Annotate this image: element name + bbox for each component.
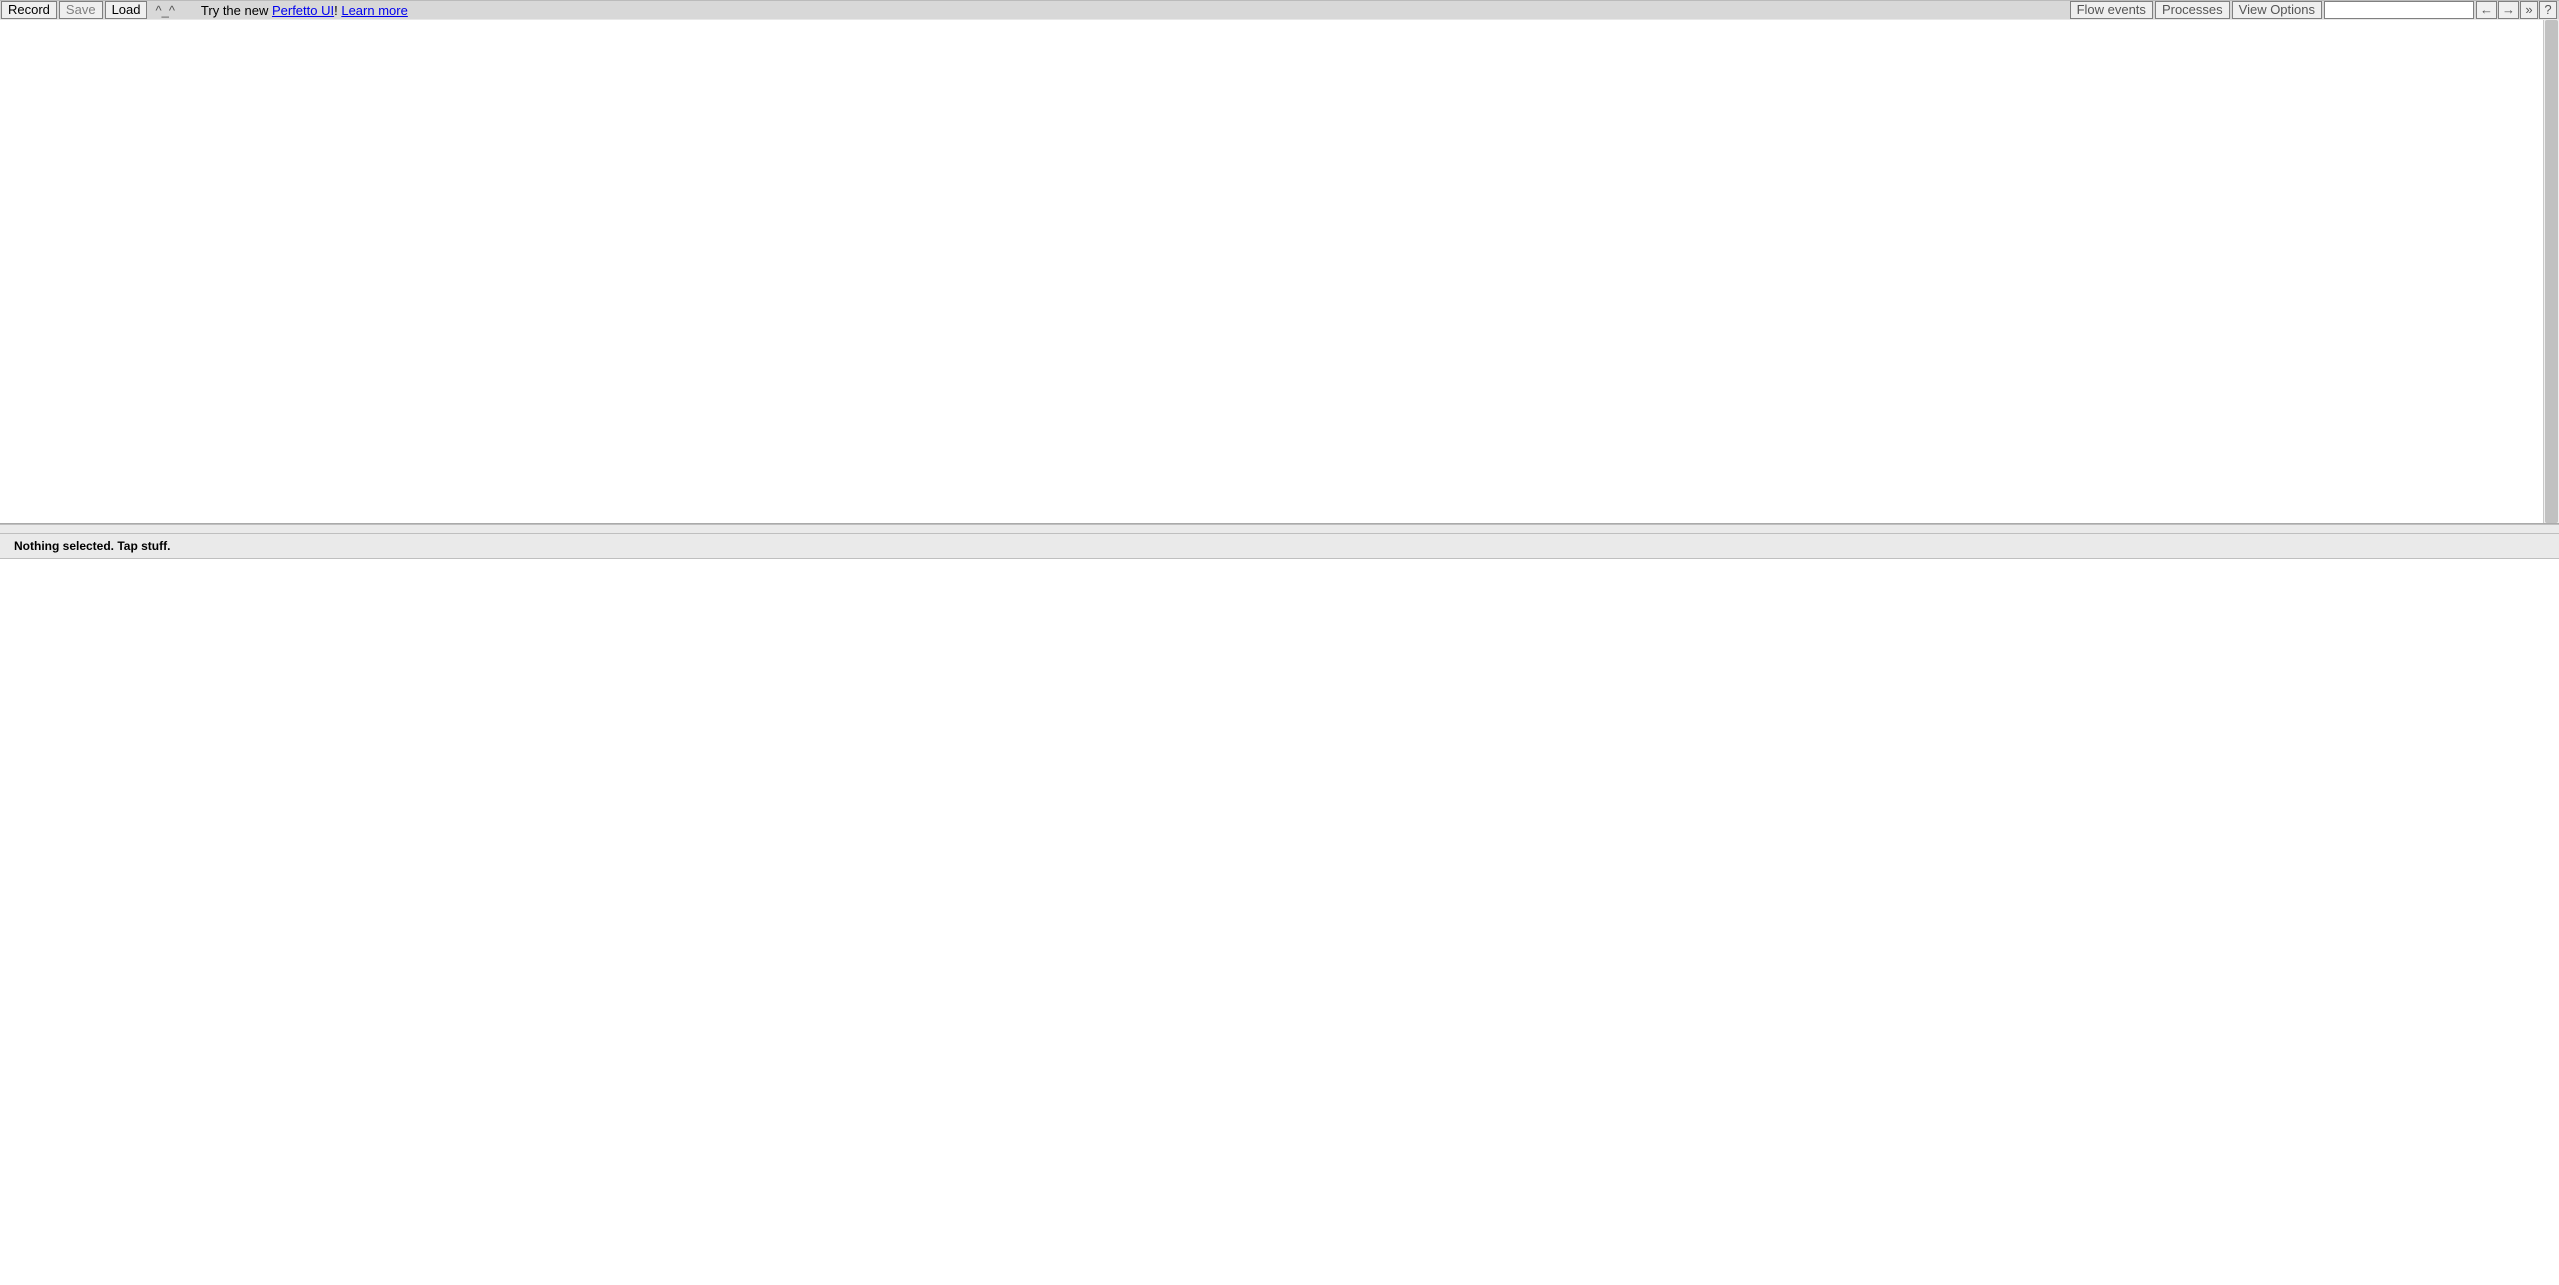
details-area: [0, 559, 2559, 1285]
search-input[interactable]: [2324, 1, 2474, 19]
selection-empty-text: Nothing selected. Tap stuff.: [14, 539, 170, 553]
perfetto-link[interactable]: Perfetto UI: [272, 3, 334, 18]
toolbar-right-group: Flow events Processes View Options ← → »…: [2070, 1, 2558, 19]
next-button[interactable]: →: [2498, 1, 2519, 19]
promo-middle: !: [334, 3, 341, 18]
learn-more-link[interactable]: Learn more: [341, 3, 407, 18]
arrow-right-icon: →: [2502, 3, 2515, 17]
help-icon: ?: [2544, 3, 2551, 17]
view-options-dropdown[interactable]: View Options: [2232, 1, 2322, 19]
status-face: ^_^: [149, 3, 180, 18]
trace-canvas[interactable]: [0, 20, 2543, 523]
promo-prefix: Try the new: [201, 3, 272, 18]
vertical-scrollbar[interactable]: [2543, 20, 2559, 523]
promo-message: Try the new Perfetto UI! Learn more: [181, 3, 428, 18]
prev-button[interactable]: ←: [2476, 1, 2497, 19]
flow-events-dropdown[interactable]: Flow events: [2070, 1, 2153, 19]
save-button[interactable]: Save: [59, 1, 103, 19]
arrow-left-icon: ←: [2480, 3, 2493, 17]
record-button[interactable]: Record: [1, 1, 57, 19]
vertical-scrollbar-thumb[interactable]: [2545, 20, 2558, 523]
help-button[interactable]: ?: [2539, 1, 2557, 19]
selection-header: Nothing selected. Tap stuff.: [0, 534, 2559, 559]
horizontal-scrollbar[interactable]: [0, 524, 2559, 534]
top-toolbar: Record Save Load ^_^ Try the new Perfett…: [0, 0, 2559, 20]
load-button[interactable]: Load: [105, 1, 148, 19]
overflow-button[interactable]: »: [2520, 1, 2538, 19]
trace-canvas-row: [0, 20, 2559, 524]
processes-dropdown[interactable]: Processes: [2155, 1, 2230, 19]
overflow-icon: »: [2525, 3, 2532, 17]
